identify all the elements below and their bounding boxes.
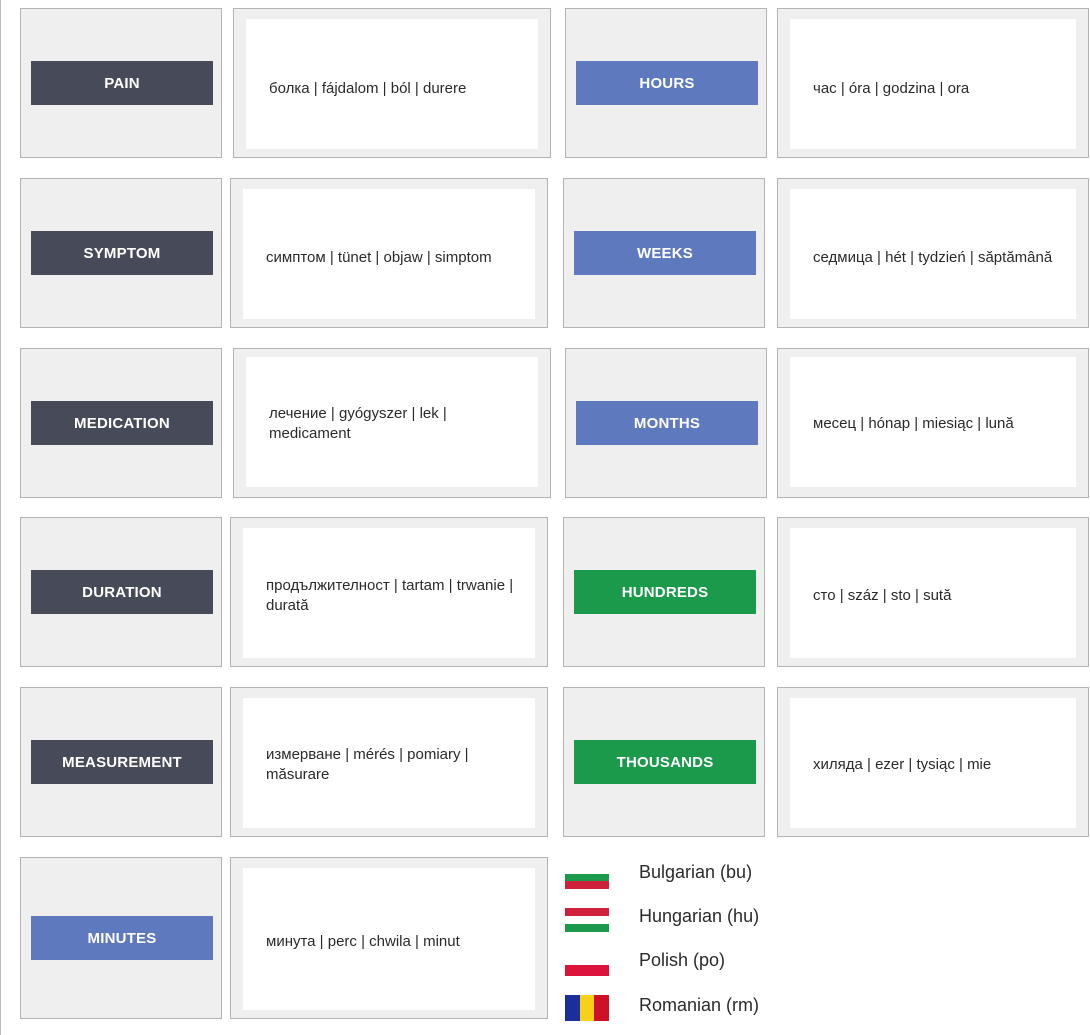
label-cell-measurement: MEASUREMENT [20, 687, 222, 837]
label-cell-hours: HOURS [565, 8, 767, 158]
label-cell-hundreds: HUNDREDS [563, 517, 765, 667]
label-badge-weeks[interactable]: WEEKS [574, 231, 756, 275]
word-card-hundreds: сто | száz | sto | sută [790, 528, 1076, 658]
word-card-symptom: симптом | tünet | objaw | simptom [243, 189, 535, 319]
label-badge-hundreds[interactable]: HUNDREDS [574, 570, 756, 614]
word-card-hours: час | óra | godzina | ora [790, 19, 1076, 149]
label-badge-medication[interactable]: MEDICATION [31, 401, 213, 445]
legend-item-hungarian: Hungarian (hu) [565, 906, 825, 946]
word-cell-measurement: измерване | mérés | pomiary | măsurare [230, 687, 548, 837]
word-cell-hours: час | óra | godzina | ora [777, 8, 1089, 158]
translation-text: хиляда | ezer | tysiąc | mie [813, 756, 992, 773]
word-card-medication: лечение | gyógyszer | lek | medicament [246, 357, 538, 487]
word-card-months: месец | hónap | miesiąc | lună [790, 357, 1076, 487]
label-cell-months: MONTHS [565, 348, 767, 498]
legend-label: Romanian (rm) [639, 995, 760, 1015]
word-card-weeks: седмица | hét | tydzień | săptămână [790, 189, 1076, 319]
label-cell-weeks: WEEKS [563, 178, 765, 328]
bulgarian-flag-icon [565, 867, 609, 889]
word-cell-duration: продължителност | tartam | trwanie | dur… [230, 517, 548, 667]
word-card-minutes: минута | perc | chwila | minut [243, 868, 535, 1010]
romanian-flag-icon [565, 995, 610, 1021]
label-cell-symptom: SYMPTOM [20, 178, 222, 328]
word-cell-thousands: хиляда | ezer | tysiąc | mie [777, 687, 1089, 837]
legend-item-bulgarian: Bulgarian (bu) [565, 862, 825, 902]
translation-text: минута | perc | chwila | minut [266, 933, 460, 950]
label-badge-pain[interactable]: PAIN [31, 61, 213, 105]
label-cell-thousands: THOUSANDS [563, 687, 765, 837]
word-card-thousands: хиляда | ezer | tysiąc | mie [790, 698, 1076, 828]
label-badge-hours[interactable]: HOURS [576, 61, 758, 105]
translation-text: седмица | hét | tydzień | săptămână [813, 249, 1053, 266]
page-left-border [0, 0, 1, 1035]
label-cell-duration: DURATION [20, 517, 222, 667]
label-badge-months[interactable]: MONTHS [576, 401, 758, 445]
legend-label: Bulgarian (bu) [639, 862, 753, 882]
word-cell-pain: болка | fájdalom | ból | durere [233, 8, 551, 158]
label-badge-symptom[interactable]: SYMPTOM [31, 231, 213, 275]
translation-text: сто | száz | sto | sută [813, 587, 952, 604]
translation-text: лечение | gyógyszer | lek | medicament [269, 405, 447, 442]
label-badge-measurement[interactable]: MEASUREMENT [31, 740, 213, 784]
word-card-measurement: измерване | mérés | pomiary | măsurare [243, 698, 535, 828]
word-cell-weeks: седмица | hét | tydzień | săptămână [777, 178, 1089, 328]
translation-text: месец | hónap | miesiąc | lună [813, 415, 1014, 432]
translation-text: продължителност | tartam | trwanie | dur… [266, 577, 514, 614]
word-cell-symptom: симптом | tünet | objaw | simptom [230, 178, 548, 328]
legend-label: Polish (po) [639, 950, 726, 970]
word-cell-medication: лечение | gyógyszer | lek | medicament [233, 348, 551, 498]
translation-text: измерване | mérés | pomiary | măsurare [266, 746, 469, 783]
translation-text: болка | fájdalom | ból | durere [269, 80, 467, 97]
label-cell-minutes: MINUTES [20, 857, 222, 1019]
label-cell-medication: MEDICATION [20, 348, 222, 498]
translation-text: час | óra | godzina | ora [813, 80, 970, 97]
word-card-duration: продължителност | tartam | trwanie | dur… [243, 528, 535, 658]
legend-label: Hungarian (hu) [639, 906, 760, 926]
polish-flag-icon [565, 954, 609, 976]
translation-text: симптом | tünet | objaw | simptom [266, 249, 492, 266]
legend-item-romanian: Romanian (rm) [565, 995, 825, 1035]
hungarian-flag-icon [565, 908, 609, 932]
word-cell-months: месец | hónap | miesiąc | lună [777, 348, 1089, 498]
legend-item-polish: Polish (po) [565, 950, 825, 990]
label-badge-duration[interactable]: DURATION [31, 570, 213, 614]
label-cell-pain: PAIN [20, 8, 222, 158]
word-cell-hundreds: сто | száz | sto | sută [777, 517, 1089, 667]
word-card-pain: болка | fájdalom | ból | durere [246, 19, 538, 149]
label-badge-minutes[interactable]: MINUTES [31, 916, 213, 960]
label-badge-thousands[interactable]: THOUSANDS [574, 740, 756, 784]
word-cell-minutes: минута | perc | chwila | minut [230, 857, 548, 1019]
